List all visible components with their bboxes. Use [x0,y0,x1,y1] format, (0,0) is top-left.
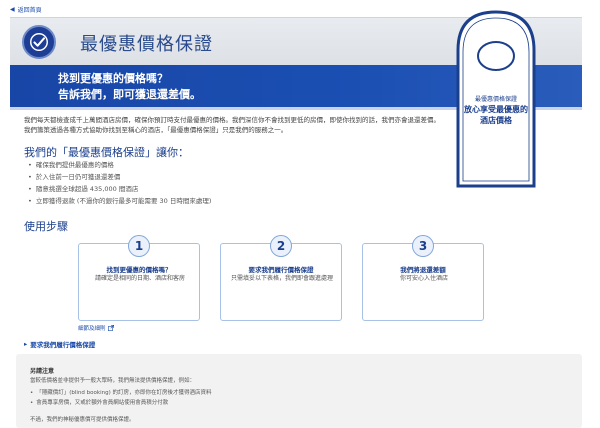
notes-footer: 不過，我們的神秘優惠價可提供價格保證。 [30,417,135,423]
promise-list: 確保我們提供最優惠的價格 於入住前一日仍可獲退還差價 隨意挑選全球超過 435,… [28,159,212,207]
promise-heading: 我們的「最優惠價格保證」讓你： [24,146,189,159]
notes-heading: 另請注意 [30,368,55,375]
checkmark-seal-icon [22,25,56,59]
chevron-right-icon: ▸ [24,340,28,348]
page-title: 最優惠價格保證 [80,34,213,55]
banner-headline: 找到更優惠的價格嗎？ [58,72,168,85]
fineprint-label: 細節及細則 [78,326,106,332]
step-heading: 找到更優惠的價格嗎？ [106,266,172,274]
step-heading: 我們將退還差額 [400,266,446,274]
back-to-home-link[interactable]: ◀ 返回首頁 [10,5,42,14]
banner-subline: 告訴我們，即可獲退還差價。 [58,88,201,101]
tag-line-2: 酒店價格 [480,116,512,125]
list-item: 隨意挑選全球超過 435,000 間酒店 [28,183,211,195]
step-card-3: 3 我們將退還差額 你可安心入住酒店 [362,235,484,321]
step-description: 只需填妥以下表格，我們即會跟進處理 [230,275,333,282]
back-link-label: 返回首頁 [17,7,42,14]
chevron-left-icon: ◀ [10,6,15,13]
list-item: 確保我們提供最優惠的價格 [28,159,211,171]
step-heading: 要求我們履行價格保證 [248,266,314,274]
step-number: 2 [270,235,292,257]
step-description: 請確定是相同的日期、酒店和客房 [94,275,185,282]
notes-intro: 當較低價格並非提供予一般大眾時，我們無法提供價格保證，例如： [30,378,196,384]
intro-paragraph: 我們每天都檢查成千上萬間酒店房價，確保你預訂時支付最優惠的價格。我們深信你不會找… [24,116,440,134]
fineprint-link[interactable]: 細節及細則 [78,324,114,332]
claim-link-label: 要求我們履行價格保證 [30,341,96,349]
step-card-1: 1 找到更優惠的價格嗎？ 請確定是相同的日期、酒店和客房 [78,235,200,321]
claim-guarantee-link[interactable]: ▸ 要求我們履行價格保證 [24,339,95,349]
tag-line-1: 放心享受最優惠的 [464,105,528,114]
list-item: 會員專享房價，又或於額外會員網站使用會員積分付款 [30,398,211,408]
step-card-2: 2 要求我們履行價格保證 只需填妥以下表格，我們即會跟進處理 [220,235,342,321]
tag-small-label: 最優惠價格保證 [474,96,517,103]
step-number: 1 [128,235,150,257]
list-item: 於入住前一日仍可獲退還差價 [28,171,211,183]
notes-list: 「隱藏價訂」(blind booking) 的訂房，亦即你在訂房後才獲得酒店資料… [30,388,211,408]
external-link-icon [107,325,114,331]
list-item: 「隱藏價訂」(blind booking) 的訂房，亦即你在訂房後才獲得酒店資料 [30,388,211,398]
step-number: 3 [412,235,434,257]
steps-heading: 使用步驟 [24,220,68,233]
list-item: 立即獲得退款 (不過你的銀行最多可能需要 30 日時間來處理) [28,195,212,207]
step-description: 你可安心入住酒店 [399,275,448,282]
